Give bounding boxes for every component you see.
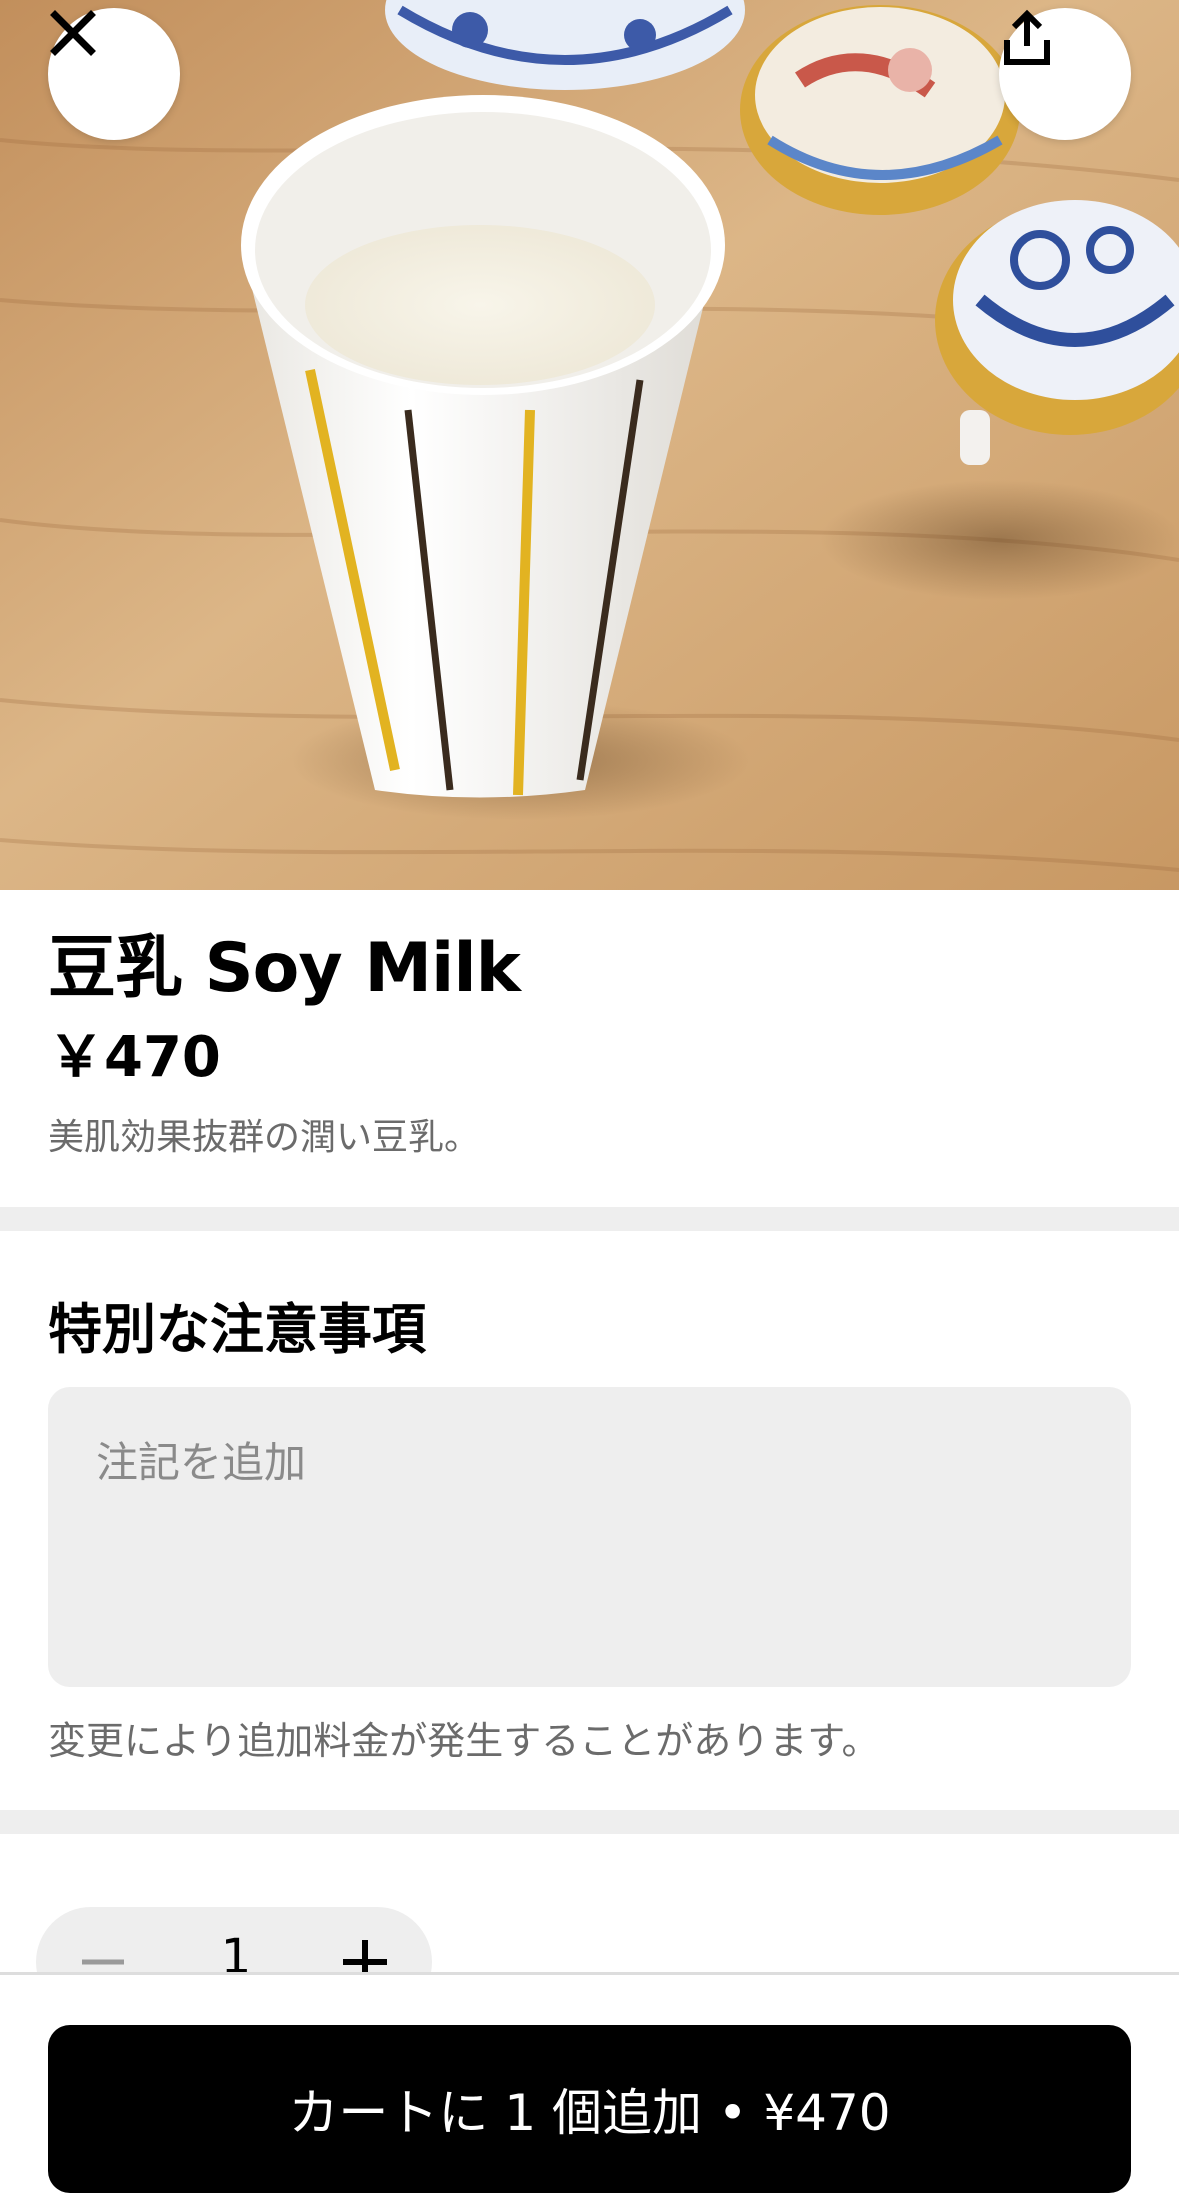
special-instructions-input[interactable] [48, 1387, 1131, 1687]
section-divider [0, 1207, 1179, 1231]
section-divider [0, 1810, 1179, 1834]
bottom-action-bar: カートに 1 個追加 • ¥470 [0, 1972, 1179, 2197]
special-instructions-heading: 特別な注意事項 [48, 1298, 426, 1361]
share-button[interactable] [999, 8, 1131, 140]
share-icon [1004, 9, 1050, 65]
close-icon [50, 10, 96, 56]
additional-charge-hint: 変更により追加料金が発生することがあります。 [48, 1719, 880, 1763]
close-button[interactable] [48, 8, 180, 140]
add-to-cart-button[interactable]: カートに 1 個追加 • ¥470 [48, 2025, 1131, 2193]
product-description: 美肌効果抜群の潤い豆乳。 [48, 1117, 481, 1158]
product-price: ￥470 [48, 1025, 221, 1090]
product-title: 豆乳 Soy Milk [48, 929, 521, 1008]
product-photo [0, 0, 1179, 890]
soy-milk-cup-illustration [0, 0, 1179, 890]
